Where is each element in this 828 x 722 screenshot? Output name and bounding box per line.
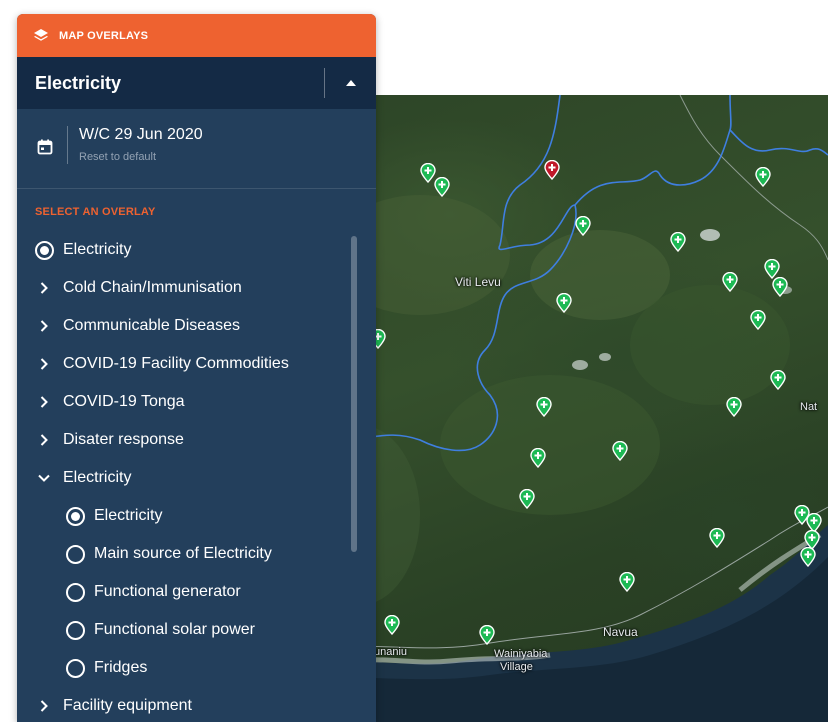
- panel-header[interactable]: MAP OVERLAYS: [17, 14, 376, 57]
- facility-marker-green[interactable]: [726, 397, 742, 417]
- facility-marker-green[interactable]: [772, 277, 788, 297]
- overlay-item-label: Facility equipment: [63, 697, 192, 714]
- overlay-radio-item[interactable]: Electricity: [17, 497, 357, 535]
- panel-header-title: MAP OVERLAYS: [59, 29, 149, 42]
- overlay-group-item[interactable]: COVID-19 Tonga: [17, 383, 357, 421]
- facility-marker-green[interactable]: [764, 259, 780, 279]
- facility-marker-green[interactable]: [434, 177, 450, 197]
- overlay-item-label: Electricity: [63, 469, 132, 486]
- map-label-village-a: Wainiyabia: [494, 648, 548, 660]
- facility-marker-green[interactable]: [619, 572, 635, 592]
- map-label-village-b: Village: [500, 661, 533, 673]
- facility-marker-green[interactable]: [536, 397, 552, 417]
- facility-marker-green[interactable]: [530, 448, 546, 468]
- radio-selected-icon: [64, 505, 86, 527]
- map-view[interactable]: Viti Levu Navua Wainiyabia Village unani…: [300, 95, 828, 722]
- facility-marker-green[interactable]: [556, 293, 572, 313]
- date-selector[interactable]: W/C 29 Jun 2020 Reset to default: [17, 109, 376, 189]
- radio-unselected-icon: [64, 619, 86, 641]
- overlay-group-item[interactable]: COVID-19 Facility Commodities: [17, 345, 357, 383]
- overlay-group-item[interactable]: Disater response: [17, 421, 357, 459]
- chevron-right-icon: [33, 315, 55, 337]
- facility-marker-green[interactable]: [722, 272, 738, 292]
- facility-marker-green[interactable]: [770, 370, 786, 390]
- map-label-navua: Navua: [603, 625, 638, 639]
- overlay-radio-item[interactable]: Fridges: [17, 649, 357, 687]
- facility-marker-green[interactable]: [519, 489, 535, 509]
- overlay-list: Electricity Cold Chain/Immunisation Commun…: [17, 231, 357, 722]
- layers-icon: [33, 28, 49, 44]
- radio-selected-icon: [33, 239, 55, 261]
- facility-marker-green[interactable]: [479, 625, 495, 645]
- facility-marker-green[interactable]: [384, 615, 400, 635]
- overlay-item-label: Disater response: [63, 431, 184, 448]
- facility-marker-green[interactable]: [575, 216, 591, 236]
- chevron-right-icon: [33, 695, 55, 717]
- caret-up-icon: [345, 80, 356, 86]
- map-label-left-edge: unaniu: [374, 646, 408, 658]
- facility-marker-green[interactable]: [750, 310, 766, 330]
- selected-overlay-title: Electricity: [35, 72, 122, 93]
- overlay-item-label: Functional solar power: [94, 621, 255, 638]
- overlay-radio-item[interactable]: Functional solar power: [17, 611, 357, 649]
- selected-overlay-bar[interactable]: Electricity: [17, 57, 376, 109]
- radio-unselected-icon: [64, 581, 86, 603]
- overlay-item-label: Electricity: [94, 507, 163, 524]
- reset-to-default-link[interactable]: Reset to default: [79, 151, 156, 163]
- chevron-right-icon: [33, 391, 55, 413]
- chevron-right-icon: [33, 277, 55, 299]
- chevron-down-icon: [33, 467, 55, 489]
- select-overlay-label: SELECT AN OVERLAY: [35, 206, 156, 218]
- facility-marker-green[interactable]: [670, 232, 686, 252]
- app-stage: Viti Levu Navua Wainiyabia Village unani…: [0, 0, 828, 722]
- overlay-radio-item[interactable]: Electricity: [17, 231, 357, 269]
- overlay-item-label: Functional generator: [94, 583, 241, 600]
- facility-marker-green[interactable]: [709, 528, 725, 548]
- overlay-item-label: Cold Chain/Immunisation: [63, 279, 242, 296]
- overlay-group-item[interactable]: Communicable Diseases: [17, 307, 357, 345]
- overlay-radio-item[interactable]: Functional generator: [17, 573, 357, 611]
- overlay-group-item[interactable]: Electricity: [17, 459, 357, 497]
- overlay-item-label: Electricity: [63, 241, 132, 258]
- chevron-right-icon: [33, 429, 55, 451]
- map-label-viti-levu: Viti Levu: [455, 275, 501, 289]
- overlay-item-label: Communicable Diseases: [63, 317, 240, 334]
- map-overlays-panel: MAP OVERLAYS Electricity W/C 29 Jun 2020…: [17, 14, 376, 722]
- calendar-icon[interactable]: [37, 139, 53, 155]
- overlay-item-label: Fridges: [94, 659, 148, 676]
- radio-unselected-icon: [64, 543, 86, 565]
- facility-marker-red[interactable]: [544, 160, 560, 180]
- facility-marker-green[interactable]: [800, 547, 816, 567]
- date-divider: [67, 126, 68, 164]
- overlay-radio-item[interactable]: Main source of Electricity: [17, 535, 357, 573]
- facility-marker-green[interactable]: [612, 441, 628, 461]
- map-label-right-edge: Nat: [800, 401, 818, 413]
- radio-unselected-icon: [64, 657, 86, 679]
- map-base-layer: [300, 95, 828, 722]
- overlay-group-item[interactable]: Facility equipment: [17, 687, 357, 722]
- overlay-item-label: Main source of Electricity: [94, 545, 272, 562]
- overlay-group-item[interactable]: Cold Chain/Immunisation: [17, 269, 357, 307]
- overlay-list-scrollbar[interactable]: [351, 236, 357, 552]
- overlay-item-label: COVID-19 Facility Commodities: [63, 355, 289, 372]
- collapse-toggle-button[interactable]: [325, 57, 376, 109]
- overlay-item-label: COVID-19 Tonga: [63, 393, 185, 410]
- week-commencing-date[interactable]: W/C 29 Jun 2020: [79, 126, 203, 144]
- chevron-right-icon: [33, 353, 55, 375]
- facility-marker-green[interactable]: [755, 167, 771, 187]
